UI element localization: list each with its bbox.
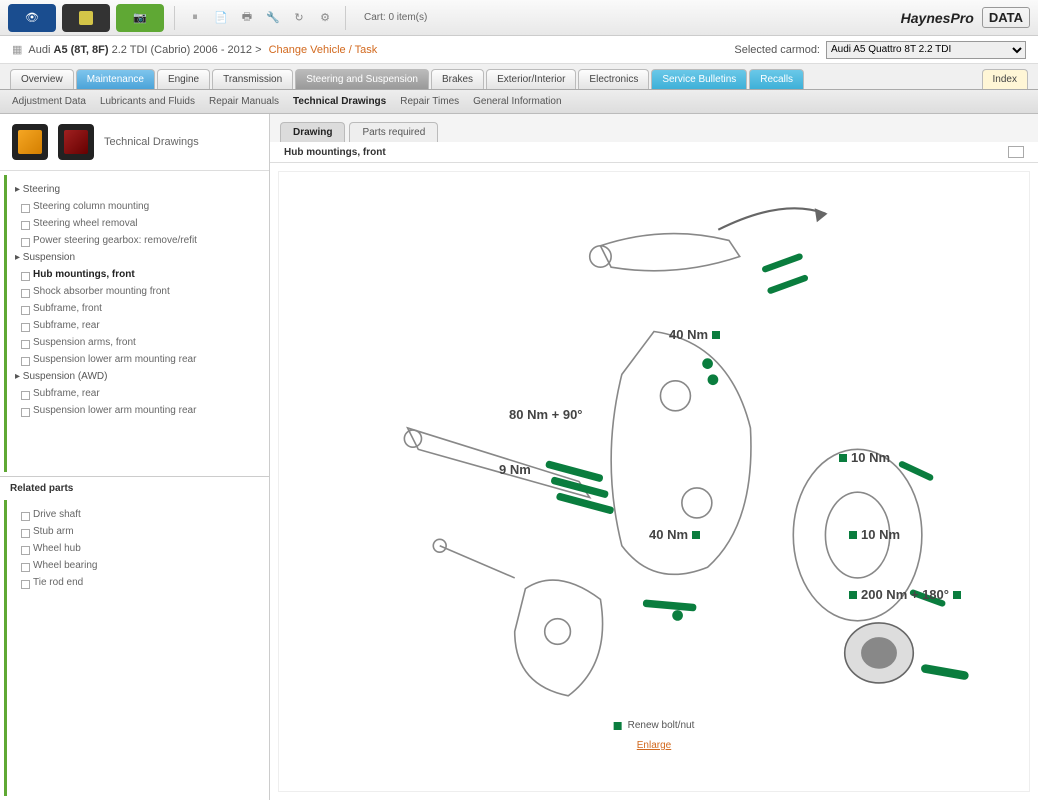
breadcrumb: ▦ Audi A5 (8T, 8F) 2.2 TDI (Cabrio) 2006… <box>0 36 1038 64</box>
cart-label[interactable]: Cart: 0 item(s) <box>364 12 427 23</box>
tree-item[interactable]: Steering wheel removal <box>7 215 265 232</box>
sub-tab-lubricants-and-fluids[interactable]: Lubricants and Fluids <box>100 96 195 107</box>
related-part-item[interactable]: Tie rod end <box>7 574 265 591</box>
torque-label-6: 10 Nm <box>849 527 900 542</box>
camera-icon: 📷 <box>133 11 147 24</box>
bc-variant: 2.2 TDI (Cabrio) 2006 - 2012 <box>112 44 252 56</box>
top-toolbar: 👁 📷 ⏸ 📄 🖶 🔧 ↻ ⚙ Cart: 0 item(s) HaynesPr… <box>0 0 1038 36</box>
main-tab-exterior-interior[interactable]: Exterior/Interior <box>486 69 576 89</box>
related-parts-header: Related parts <box>0 476 269 500</box>
torque-label-5: 40 Nm <box>649 527 700 542</box>
main-tab-index[interactable]: Index <box>982 69 1028 89</box>
main-area: DrawingParts required Hub mountings, fro… <box>270 114 1038 800</box>
selected-label: Selected carmod: <box>734 44 820 56</box>
main-tab-engine[interactable]: Engine <box>157 69 210 89</box>
tree-item[interactable]: Hub mountings, front <box>7 266 265 283</box>
drawing-title-row: Hub mountings, front <box>270 142 1038 163</box>
tree-item[interactable]: Subframe, front <box>7 300 265 317</box>
refresh-icon[interactable]: ↻ <box>289 8 309 28</box>
document-icon[interactable]: 📄 <box>211 8 231 28</box>
drawing-title: Hub mountings, front <box>284 147 386 158</box>
tree-group[interactable]: ▸ Steering <box>7 181 265 198</box>
hub-drawing-svg <box>279 172 1029 791</box>
sub-tab-repair-times[interactable]: Repair Times <box>400 96 459 107</box>
tree-item[interactable]: Suspension arms, front <box>7 334 265 351</box>
main-tab-service-bulletins[interactable]: Service Bulletins <box>651 69 747 89</box>
pause-icon[interactable]: ⏸ <box>185 8 205 28</box>
module-button-2[interactable]: 📷 <box>116 4 164 32</box>
drawing-tabs: DrawingParts required <box>270 114 1038 142</box>
sub-tab-technical-drawings[interactable]: Technical Drawings <box>293 96 386 107</box>
tree-item[interactable]: Shock absorber mounting front <box>7 283 265 300</box>
expand-button[interactable] <box>1008 146 1024 158</box>
technical-diagram: 40 Nm 80 Nm + 90° 9 Nm 10 Nm 40 Nm 10 Nm… <box>278 171 1030 792</box>
drawing-tab-drawing[interactable]: Drawing <box>280 122 345 142</box>
tool-icon[interactable]: 🔧 <box>263 8 283 28</box>
bc-sep: > <box>255 44 261 56</box>
drawings-icon <box>12 124 48 160</box>
sub-tab-repair-manuals[interactable]: Repair Manuals <box>209 96 279 107</box>
tree-item[interactable]: Subframe, rear <box>7 317 265 334</box>
bc-prefix: Audi <box>28 44 50 56</box>
main-tab-steering-and-suspension[interactable]: Steering and Suspension <box>295 69 429 89</box>
tree-item[interactable]: Steering column mounting <box>7 198 265 215</box>
tree-group[interactable]: ▸ Suspension (AWD) <box>7 368 265 385</box>
brand-data: DATA <box>982 7 1030 28</box>
torque-label-2: 80 Nm + 90° <box>509 407 583 422</box>
settings-icon[interactable]: ⚙ <box>315 8 335 28</box>
torque-label-4: 10 Nm <box>839 450 890 465</box>
main-tabs: OverviewMaintenanceEngineTransmissionSte… <box>0 64 1038 90</box>
main-tab-overview[interactable]: Overview <box>10 69 74 89</box>
bc-model: A5 (8T, 8F) <box>54 44 109 56</box>
torque-label-7: 200 Nm + 180° <box>849 587 961 602</box>
related-parts-list: Drive shaftStub armWheel hubWheel bearin… <box>4 500 265 797</box>
enlarge-link[interactable]: Enlarge <box>637 740 671 751</box>
tree-group[interactable]: ▸ Suspension <box>7 249 265 266</box>
related-part-item[interactable]: Wheel hub <box>7 540 265 557</box>
tree-item[interactable]: Power steering gearbox: remove/refit <box>7 232 265 249</box>
print-icon[interactable]: 🖶 <box>237 8 257 28</box>
sidebar-header: Technical Drawings <box>0 114 269 171</box>
drawing-tree: ▸ SteeringSteering column mountingSteeri… <box>4 175 265 472</box>
main-tab-transmission[interactable]: Transmission <box>212 69 293 89</box>
home-button[interactable]: 👁 <box>8 4 56 32</box>
eye-icon: 👁 <box>25 11 39 24</box>
carmod-select[interactable]: Audi A5 Quattro 8T 2.2 TDI <box>826 41 1026 59</box>
tree-item[interactable]: Suspension lower arm mounting rear <box>7 351 265 368</box>
drawings-icon-2 <box>58 124 94 160</box>
sidebar-title: Technical Drawings <box>104 136 199 148</box>
related-part-item[interactable]: Stub arm <box>7 523 265 540</box>
sidebar: Technical Drawings ▸ SteeringSteering co… <box>0 114 270 800</box>
brand-area: HaynesPro DATA <box>901 7 1030 28</box>
vehicle-icon: ▦ <box>12 43 22 56</box>
tree-item[interactable]: Subframe, rear <box>7 385 265 402</box>
separator <box>345 6 346 30</box>
content: Technical Drawings ▸ SteeringSteering co… <box>0 114 1038 800</box>
main-tab-maintenance[interactable]: Maintenance <box>76 69 155 89</box>
diagram-legend: Renew bolt/nut <box>614 720 695 731</box>
torque-label-3: 9 Nm <box>499 462 531 477</box>
torque-label-1: 40 Nm <box>669 327 720 342</box>
main-tab-recalls[interactable]: Recalls <box>749 69 804 89</box>
sub-tab-general-information[interactable]: General Information <box>473 96 561 107</box>
separator <box>174 6 175 30</box>
related-part-item[interactable]: Drive shaft <box>7 506 265 523</box>
related-part-item[interactable]: Wheel bearing <box>7 557 265 574</box>
change-vehicle-link[interactable]: Change Vehicle / Task <box>269 44 378 56</box>
sub-tab-adjustment-data[interactable]: Adjustment Data <box>12 96 86 107</box>
brand-haynes: HaynesPro <box>901 10 974 26</box>
drawing-tab-parts-required[interactable]: Parts required <box>349 122 438 142</box>
sub-tabs: Adjustment Data Lubricants and Fluids Repa… <box>0 90 1038 114</box>
carmod-selector: Selected carmod: Audi A5 Quattro 8T 2.2 … <box>734 41 1026 59</box>
tree-item[interactable]: Suspension lower arm mounting rear <box>7 402 265 419</box>
main-tab-electronics[interactable]: Electronics <box>578 69 649 89</box>
module-button-1[interactable] <box>62 4 110 32</box>
main-tab-brakes[interactable]: Brakes <box>431 69 484 89</box>
